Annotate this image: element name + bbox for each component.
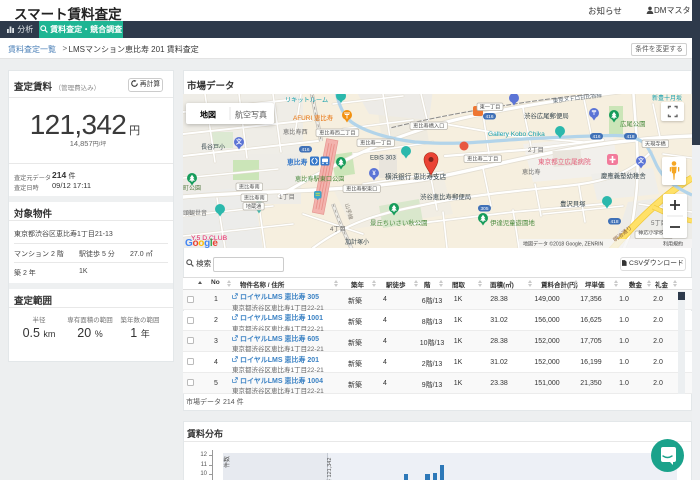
svg-text:〒: 〒 [591,110,597,117]
svg-text:2丁目: 2丁目 [528,147,544,154]
svg-text:リキットルーム: リキットルーム [285,97,328,104]
svg-text:加計塚小: 加計塚小 [345,238,369,246]
svg-text:恵比寿一丁目: 恵比寿一丁目 [360,139,391,147]
svg-text:Gallery Kobo Chika: Gallery Kobo Chika [488,131,545,138]
svg-text:豊沢貝塚: 豊沢貝塚 [560,199,586,208]
svg-text:天現寺橋: 天現寺橋 [645,140,667,148]
svg-text:町公園: 町公園 [183,185,201,192]
svg-text:416: 416 [592,134,600,140]
svg-text:新豊十月坂: 新豊十月坂 [652,94,682,102]
svg-text:恵比寿: 恵比寿 [522,168,541,176]
svg-text:文: 文 [637,157,645,165]
svg-text:恵比寿西二丁目: 恵比寿西二丁目 [319,129,355,137]
svg-text:AFURI 恵比寿: AFURI 恵比寿 [293,113,334,122]
svg-text:418: 418 [626,134,634,140]
svg-text:広尾公園: 広尾公園 [620,119,646,128]
svg-text:1丁目: 1丁目 [279,194,295,201]
svg-text:恵比寿駅東口: 恵比寿駅東口 [346,185,377,193]
svg-text:航空写真: 航空写真 [235,110,267,120]
svg-text:渋谷広尾郵便局: 渋谷広尾郵便局 [524,111,569,120]
svg-text:伊達児童遊園地: 伊達児童遊園地 [490,218,535,227]
svg-text:渋谷恵比寿郵便局: 渋谷恵比寿郵便局 [420,192,471,201]
svg-text:4丁目: 4丁目 [330,226,346,233]
svg-text:頭観世音: 頭観世音 [183,209,207,217]
svg-text:恵比寿南: 恵比寿南 [239,183,260,191]
svg-text:長谷戸小: 長谷戸小 [201,143,225,151]
svg-text:恵比寿西: 恵比寿西 [283,128,308,136]
svg-text:利用規約: 利用規約 [663,241,683,248]
svg-text:EBiS 303: EBiS 303 [370,155,396,162]
svg-text:305: 305 [480,206,488,212]
svg-text:恵比寿南: 恵比寿南 [244,194,265,202]
svg-text:416: 416 [485,114,493,120]
svg-text:地図: 地図 [200,110,216,120]
svg-text:恵比寿橋入口: 恵比寿橋入口 [413,122,444,130]
svg-text:Google: Google [185,238,218,248]
svg-text:地図データ ©2018 Google, ZENRIN: 地図データ ©2018 Google, ZENRIN [523,241,603,248]
svg-text:東一丁目: 東一丁目 [480,103,501,111]
svg-text:横浜銀行 恵比寿支店: 横浜銀行 恵比寿支店 [385,172,447,181]
svg-text:恵比寿二丁目: 恵比寿二丁目 [467,155,498,163]
svg-text:416: 416 [301,147,309,153]
svg-text:文: 文 [235,138,243,146]
svg-text:418: 418 [610,219,618,225]
svg-text:地蔵通: 地蔵通 [246,202,262,210]
svg-text:東京都立広尾病院: 東京都立広尾病院 [538,157,591,166]
svg-text:恵比寿: 恵比寿 [287,158,308,167]
svg-text:恵比寿駅東口公園: 恵比寿駅東口公園 [295,175,345,183]
svg-text:慶應義塾幼稚舎: 慶應義塾幼稚舎 [601,171,646,180]
svg-text:景丘ちいさい秋公園: 景丘ちいさい秋公園 [370,218,428,227]
